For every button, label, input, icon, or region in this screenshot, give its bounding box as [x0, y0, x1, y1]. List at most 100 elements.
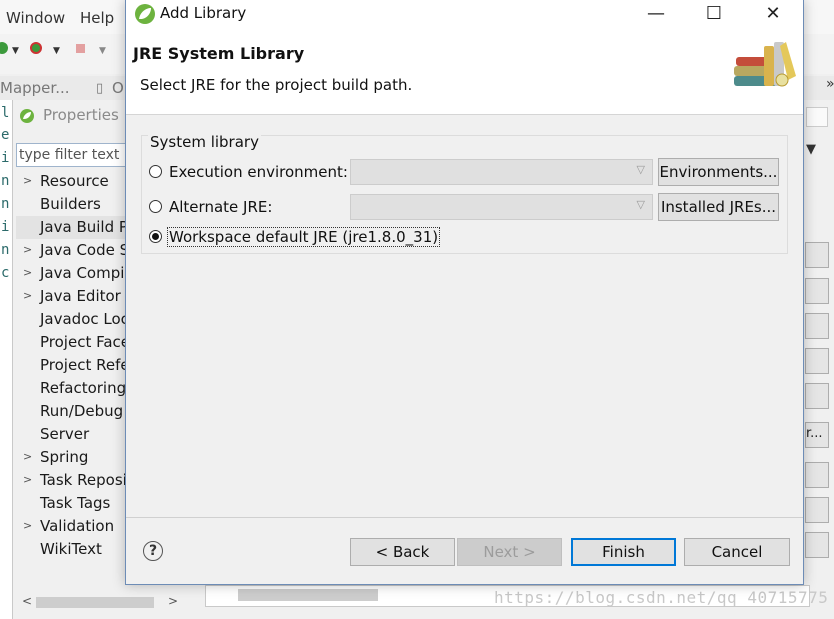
properties-title: Properties	[43, 106, 119, 124]
tree-item-label: Task Tags	[40, 494, 111, 512]
right-button-column: r...	[805, 140, 834, 619]
chevron-right-icon[interactable]: >	[23, 174, 32, 187]
execution-environment-select[interactable]: ▽	[350, 159, 653, 185]
tree-item-label: WikiText	[40, 540, 102, 558]
tree-item[interactable]: Project References	[16, 354, 128, 377]
tree-item[interactable]: > Java Editor	[16, 285, 128, 308]
button-separator	[126, 517, 803, 518]
tree-item[interactable]: Task Tags	[16, 492, 128, 515]
installed-jres-button[interactable]: Installed JREs...	[658, 193, 779, 221]
chevron-right-icon[interactable]: >	[23, 289, 32, 302]
tree-item[interactable]: Java Build Path	[16, 216, 128, 239]
tree-item[interactable]: > Java Compiler	[16, 262, 128, 285]
minimize-icon[interactable]: —	[636, 0, 676, 28]
tree-item[interactable]: Builders	[16, 193, 128, 216]
tree-item[interactable]: > Resource	[16, 170, 128, 193]
tree-item-label: Java Compiler	[40, 264, 128, 282]
dropdown-icon[interactable]: ▼	[12, 46, 19, 56]
filter-input[interactable]: type filter text	[16, 143, 128, 167]
back-button[interactable]: < Back	[350, 538, 455, 566]
tree-item-label: Refactoring History	[40, 379, 128, 397]
tree-item-label: Java Code Style	[40, 241, 128, 259]
tree-item-label: Validation	[40, 517, 115, 535]
chevron-right-icon[interactable]: >	[23, 266, 32, 279]
menu-help[interactable]: Help	[80, 9, 114, 27]
properties-tree: > Resource Builders Java Build Path > Java Co…	[16, 170, 128, 590]
chevron-right-icon[interactable]: >	[23, 473, 32, 486]
alternate-jre-radio[interactable]	[149, 200, 162, 213]
finish-button[interactable]: Finish	[571, 538, 676, 566]
tree-item[interactable]: > Validation	[16, 515, 128, 538]
side-button[interactable]	[805, 278, 829, 304]
side-button[interactable]: r...	[805, 422, 829, 448]
close-icon[interactable]: ✕	[753, 0, 793, 28]
debug-run-icon[interactable]	[30, 42, 42, 54]
tree-item[interactable]: Server	[16, 423, 128, 446]
chevron-down-icon: ▽	[636, 198, 645, 211]
side-button[interactable]	[805, 383, 829, 409]
chevron-right-icon[interactable]: >	[168, 594, 178, 608]
wizard-description: Select JRE for the project build path.	[140, 76, 413, 94]
spring-leaf-icon	[20, 109, 34, 123]
workspace-default-radio[interactable]	[149, 230, 162, 243]
alternate-jre-select[interactable]: ▽	[350, 194, 653, 220]
alternate-jre-label: Alternate JRE:	[169, 198, 273, 216]
scroll-thumb[interactable]	[238, 589, 378, 601]
tree-item[interactable]: > Spring	[16, 446, 128, 469]
dropdown-icon[interactable]: ▼	[99, 46, 106, 56]
dialog-title: Add Library	[160, 4, 247, 22]
minimize-view-icon[interactable]	[806, 107, 828, 127]
side-button[interactable]	[805, 532, 829, 558]
chevron-down-icon: ▽	[636, 163, 645, 176]
side-button[interactable]	[805, 497, 829, 523]
tree-item[interactable]: > Task Repository	[16, 469, 128, 492]
help-icon[interactable]: ?	[143, 541, 163, 561]
tab-o[interactable]: O	[112, 79, 124, 97]
tree-item-label: Java Editor	[40, 287, 121, 305]
tree-item-label: Resource	[40, 172, 109, 190]
tree-item[interactable]: Run/Debug Settings	[16, 400, 128, 423]
side-button[interactable]	[805, 313, 829, 339]
tree-item-label: Project References	[40, 356, 128, 374]
code-char: c	[1, 265, 10, 281]
group-label: System library	[148, 133, 261, 151]
tree-item-label: Spring	[40, 448, 89, 466]
tree-item[interactable]: > Java Code Style	[16, 239, 128, 262]
tree-item[interactable]: Project Facets	[16, 331, 128, 354]
maximize-icon[interactable]: ☐	[694, 0, 734, 28]
code-char: i	[1, 219, 10, 235]
tree-item-label: Builders	[40, 195, 101, 213]
environments-button[interactable]: Environments...	[658, 158, 779, 186]
editor-gutter: l e i n n i n c	[0, 100, 12, 619]
execution-environment-radio[interactable]	[149, 165, 162, 178]
dropdown-icon[interactable]: ▼	[53, 46, 60, 56]
chevron-right-icon[interactable]: >	[23, 519, 32, 532]
code-char: e	[1, 127, 10, 143]
chevron-left-icon[interactable]: <	[22, 594, 32, 608]
tree-item[interactable]: WikiText	[16, 538, 128, 561]
stop-icon[interactable]	[76, 44, 85, 53]
tree-item-label: Task Repository	[40, 471, 128, 489]
wizard-title: JRE System Library	[133, 44, 305, 63]
tab-mapper[interactable]: Mapper...	[0, 79, 70, 97]
scroll-thumb[interactable]	[36, 597, 154, 608]
side-button[interactable]	[805, 348, 829, 374]
cancel-button[interactable]: Cancel	[684, 538, 790, 566]
tree-item[interactable]: Refactoring History	[16, 377, 128, 400]
code-char: n	[1, 196, 10, 212]
tree-horizontal-scrollbar[interactable]: < >	[16, 594, 186, 612]
side-button[interactable]	[805, 462, 829, 488]
workspace-default-label[interactable]: Workspace default JRE (jre1.8.0_31)	[167, 227, 441, 247]
side-button[interactable]	[805, 242, 829, 268]
tree-item[interactable]: Javadoc Location	[16, 308, 128, 331]
menu-window[interactable]: Window	[6, 9, 65, 27]
tree-item-label: Server	[40, 425, 90, 443]
watermark: https://blog.csdn.net/qq_40715775	[494, 588, 829, 607]
tree-item-label: Javadoc Location	[40, 310, 128, 328]
next-button[interactable]: Next >	[457, 538, 562, 566]
overflow-chevron[interactable]: »	[826, 76, 834, 92]
chevron-right-icon[interactable]: >	[23, 450, 32, 463]
wizard-banner	[126, 30, 803, 115]
chevron-right-icon[interactable]: >	[23, 243, 32, 256]
execution-environment-label: Execution environment:	[169, 163, 348, 181]
